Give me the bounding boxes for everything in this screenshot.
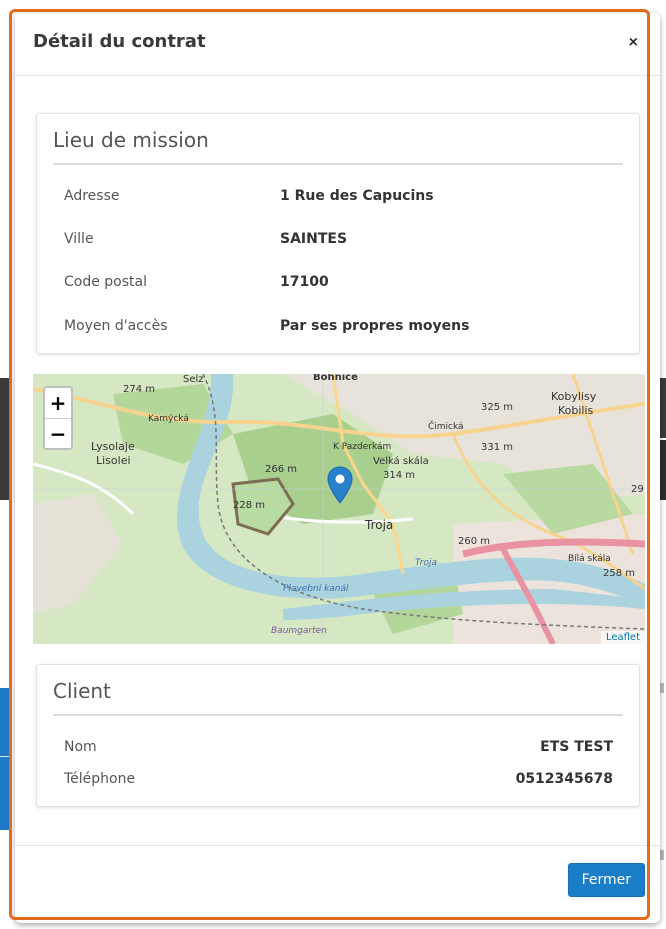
focus-highlight-frame — [9, 9, 650, 920]
